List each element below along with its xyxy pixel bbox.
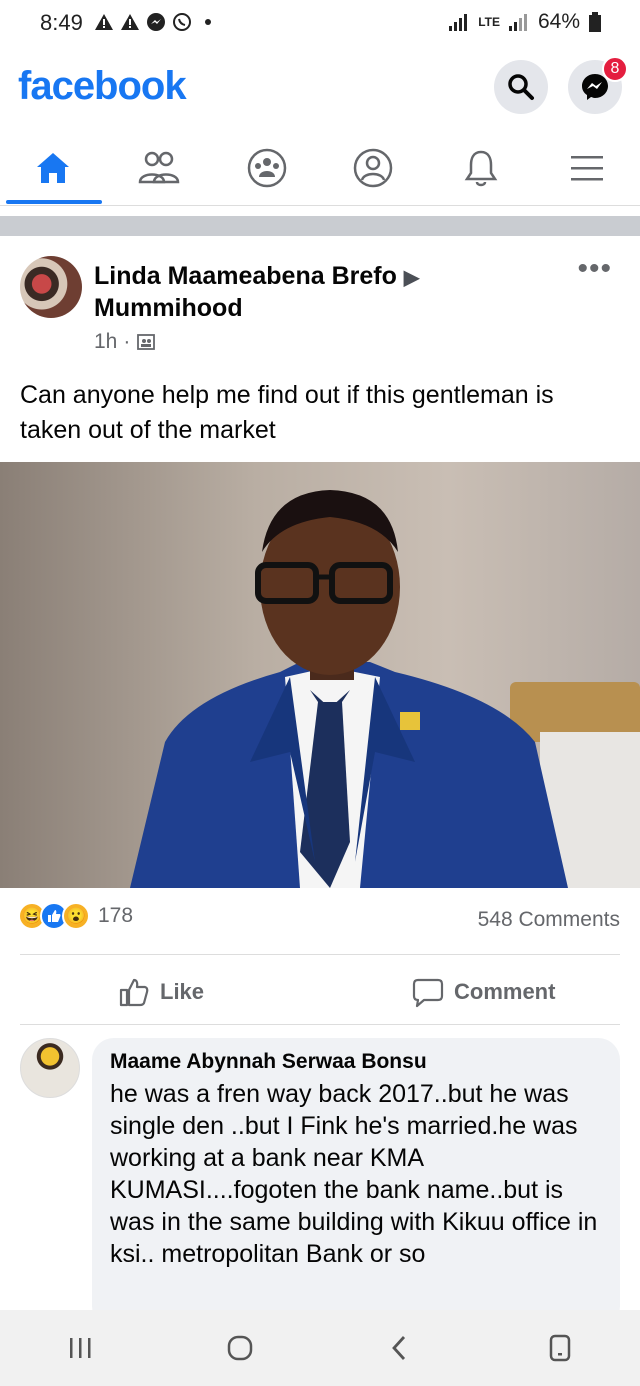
status-bar: 8:49 LTE 64% <box>0 0 640 52</box>
divider <box>20 1024 620 1025</box>
person-photo <box>130 490 640 888</box>
search-icon <box>508 74 534 100</box>
battery-icon <box>589 12 601 32</box>
profile-icon <box>353 148 393 188</box>
comment-icon <box>412 978 444 1008</box>
commenter-avatar[interactable] <box>20 1038 80 1098</box>
menu-icon <box>571 156 603 181</box>
author-avatar[interactable] <box>20 256 82 318</box>
like-label: Like <box>160 979 205 1004</box>
comment-bubble: Maame Abynnah Serwaa Bonsu he was a fren… <box>92 1038 620 1328</box>
search-button[interactable] <box>494 60 548 114</box>
tab-groups[interactable] <box>232 140 302 196</box>
post-meta: 1h · <box>94 330 156 354</box>
screen-icon <box>549 1334 571 1362</box>
active-tab-indicator <box>6 200 102 204</box>
notification-icons <box>94 12 218 32</box>
home-nav-button[interactable] <box>210 1323 270 1373</box>
tab-home[interactable] <box>18 140 88 196</box>
app-header: facebook 8 <box>0 52 640 132</box>
home-icon <box>37 153 69 183</box>
post-author[interactable]: Linda Maameabena Brefo <box>94 262 397 290</box>
bell-icon <box>464 150 498 187</box>
thumbs-up-icon <box>119 978 149 1007</box>
post-group[interactable]: Mummihood <box>94 292 243 324</box>
reaction-count: 178 <box>98 904 134 927</box>
recent-apps-button[interactable] <box>50 1323 110 1373</box>
whatsapp-icon <box>173 13 191 31</box>
back-icon <box>392 1336 406 1360</box>
divider <box>20 954 620 955</box>
post-header: Linda Maameabena Brefo ▶ Mummihood 1h · … <box>0 250 640 360</box>
post-text: Can anyone help me find out if this gent… <box>20 381 554 444</box>
reactions-summary[interactable]: 😆 😮 178 <box>18 902 133 930</box>
main-nav <box>0 132 640 206</box>
tab-profile[interactable] <box>338 140 408 196</box>
tab-friends[interactable] <box>124 140 194 196</box>
facebook-logo[interactable]: facebook <box>18 64 187 109</box>
system-nav-bar <box>0 1310 640 1386</box>
comment-author[interactable]: Maame Abynnah Serwaa Bonsu <box>110 1050 602 1074</box>
comments-count[interactable]: 548 Comments <box>478 908 620 932</box>
tab-notifications[interactable] <box>446 140 516 196</box>
messenger-button[interactable]: 8 <box>568 56 628 114</box>
wow-reaction-icon: 😮 <box>62 902 90 930</box>
more-options-icon[interactable]: ••• <box>577 252 612 286</box>
alert-icon <box>95 14 113 30</box>
network-type: LTE <box>478 15 500 29</box>
post-author-line: Linda Maameabena Brefo ▶ <box>94 260 419 294</box>
messenger-status-icon <box>147 13 165 31</box>
home-circle-icon <box>227 1335 253 1361</box>
post-photo[interactable] <box>0 462 640 888</box>
battery-percent: 64% <box>537 10 580 33</box>
screen-button[interactable] <box>530 1323 590 1373</box>
dot-icon <box>205 19 211 25</box>
comment-text: he was a fren way back 2017..but he was … <box>110 1080 598 1268</box>
back-button[interactable] <box>370 1323 430 1373</box>
tab-menu[interactable] <box>552 140 622 196</box>
signal-icon <box>449 14 468 31</box>
groups-icon <box>247 148 287 188</box>
comment-label: Comment <box>454 979 556 1004</box>
comment-button[interactable]: Comment <box>412 970 555 1014</box>
friends-icon <box>138 151 180 184</box>
status-right: LTE 64% <box>448 10 602 34</box>
recent-apps-icon <box>70 1338 91 1358</box>
alert-icon <box>121 14 139 30</box>
messenger-badge: 8 <box>602 56 628 82</box>
post-time[interactable]: 1h <box>94 330 117 354</box>
dot-separator: · <box>123 330 131 353</box>
group-privacy-icon <box>137 334 156 350</box>
status-time: 8:49 <box>40 10 83 35</box>
arrow-right-icon: ▶ <box>403 267 420 289</box>
feed-separator <box>0 216 640 236</box>
signal-icon <box>508 14 527 31</box>
like-button[interactable]: Like <box>118 970 204 1014</box>
